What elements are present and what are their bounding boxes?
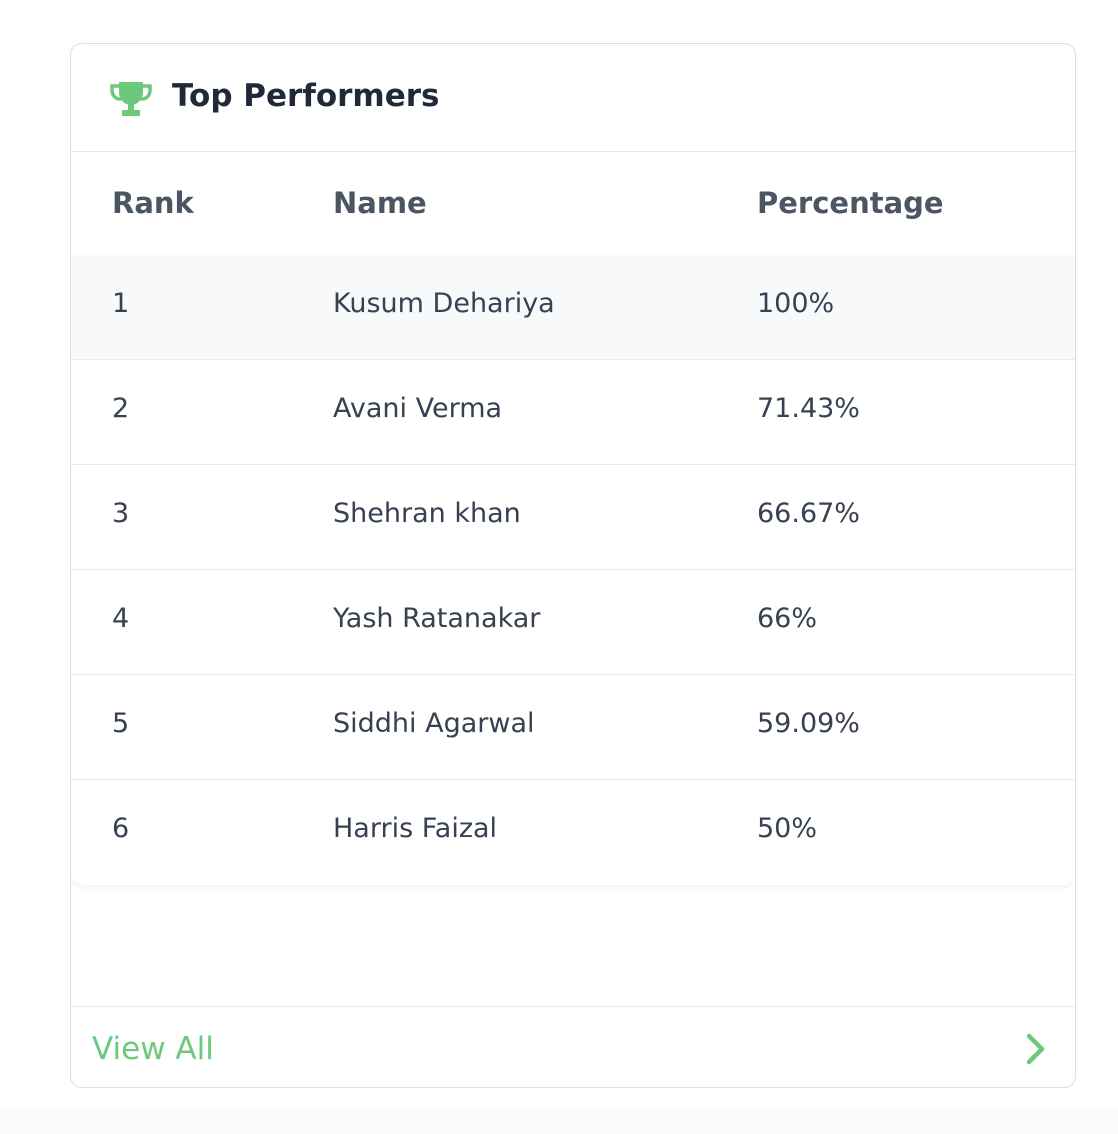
- table-row[interactable]: 2 Avani Verma 71.43%: [71, 360, 1075, 465]
- top-performers-card: Top Performers Rank Name Percentage 1 Ku…: [70, 43, 1076, 1088]
- column-header-name: Name: [333, 186, 427, 220]
- page-bottom-strip: [0, 1108, 1118, 1134]
- card-footer: View All: [71, 1006, 1075, 1087]
- card-title: Top Performers: [172, 78, 440, 114]
- name-cell: Shehran khan: [333, 498, 521, 529]
- table-row[interactable]: 6 Harris Faizal 50%: [71, 780, 1075, 885]
- table-row[interactable]: 5 Siddhi Agarwal 59.09%: [71, 675, 1075, 780]
- performers-table: Rank Name Percentage 1 Kusum Dehariya 10…: [71, 152, 1075, 885]
- percentage-cell: 50%: [757, 813, 818, 844]
- column-header-percentage: Percentage: [757, 186, 944, 220]
- percentage-cell: 66%: [757, 603, 818, 634]
- rank-cell: 3: [112, 498, 130, 529]
- trophy-icon: [110, 82, 152, 116]
- table-row[interactable]: 3 Shehran khan 66.67%: [71, 465, 1075, 570]
- chevron-right-icon[interactable]: [1023, 1031, 1049, 1067]
- table-row[interactable]: 1 Kusum Dehariya 100%: [71, 255, 1075, 360]
- column-header-rank: Rank: [112, 186, 194, 220]
- rank-cell: 1: [112, 288, 130, 319]
- card-header: Top Performers: [71, 44, 1075, 152]
- rank-cell: 2: [112, 393, 130, 424]
- table-row[interactable]: 4 Yash Ratanakar 66%: [71, 570, 1075, 675]
- name-cell: Kusum Dehariya: [333, 288, 555, 319]
- rank-cell: 5: [112, 708, 130, 739]
- rank-cell: 6: [112, 813, 130, 844]
- name-cell: Avani Verma: [333, 393, 503, 424]
- table-header: Rank Name Percentage: [71, 152, 1075, 255]
- percentage-cell: 100%: [757, 288, 835, 319]
- rank-cell: 4: [112, 603, 130, 634]
- name-cell: Yash Ratanakar: [333, 603, 541, 634]
- name-cell: Siddhi Agarwal: [333, 708, 535, 739]
- percentage-cell: 66.67%: [757, 498, 860, 529]
- percentage-cell: 71.43%: [757, 393, 860, 424]
- view-all-link[interactable]: View All: [92, 1031, 214, 1067]
- name-cell: Harris Faizal: [333, 813, 498, 844]
- percentage-cell: 59.09%: [757, 708, 860, 739]
